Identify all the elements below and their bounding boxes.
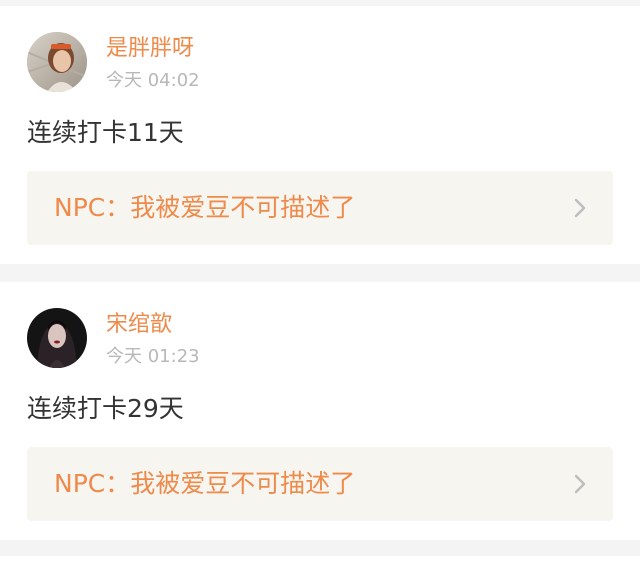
timestamp: 今天 01:23: [106, 346, 200, 367]
username[interactable]: 宋绾歆: [106, 312, 172, 338]
post-card: 是胖胖呀 今天 04:02 连续打卡11天 NPC：我被爱豆不可描述了: [0, 6, 640, 264]
post-feed: 是胖胖呀 今天 04:02 连续打卡11天 NPC：我被爱豆不可描述了 宋绾歆: [0, 0, 640, 566]
post-card: 宋绾歆 今天 01:23 连续打卡29天 NPC：我被爱豆不可描述了: [0, 282, 640, 540]
linked-book-card[interactable]: NPC：我被爱豆不可描述了: [27, 171, 613, 245]
chevron-right-icon: [573, 473, 587, 495]
post-content: 连续打卡29天: [27, 394, 184, 423]
username[interactable]: 是胖胖呀: [106, 36, 194, 62]
post-content: 连续打卡11天: [27, 118, 184, 147]
avatar[interactable]: [27, 308, 87, 368]
linked-book-title: NPC：我被爱豆不可描述了: [54, 469, 356, 498]
avatar[interactable]: [27, 32, 87, 92]
chevron-right-icon: [573, 197, 587, 219]
linked-book-card[interactable]: NPC：我被爱豆不可描述了: [27, 447, 613, 521]
next-post-edge: [0, 556, 640, 566]
timestamp: 今天 04:02: [106, 70, 200, 91]
avatar-image: [27, 32, 87, 92]
avatar-image: [27, 308, 87, 368]
linked-book-title: NPC：我被爱豆不可描述了: [54, 193, 356, 222]
